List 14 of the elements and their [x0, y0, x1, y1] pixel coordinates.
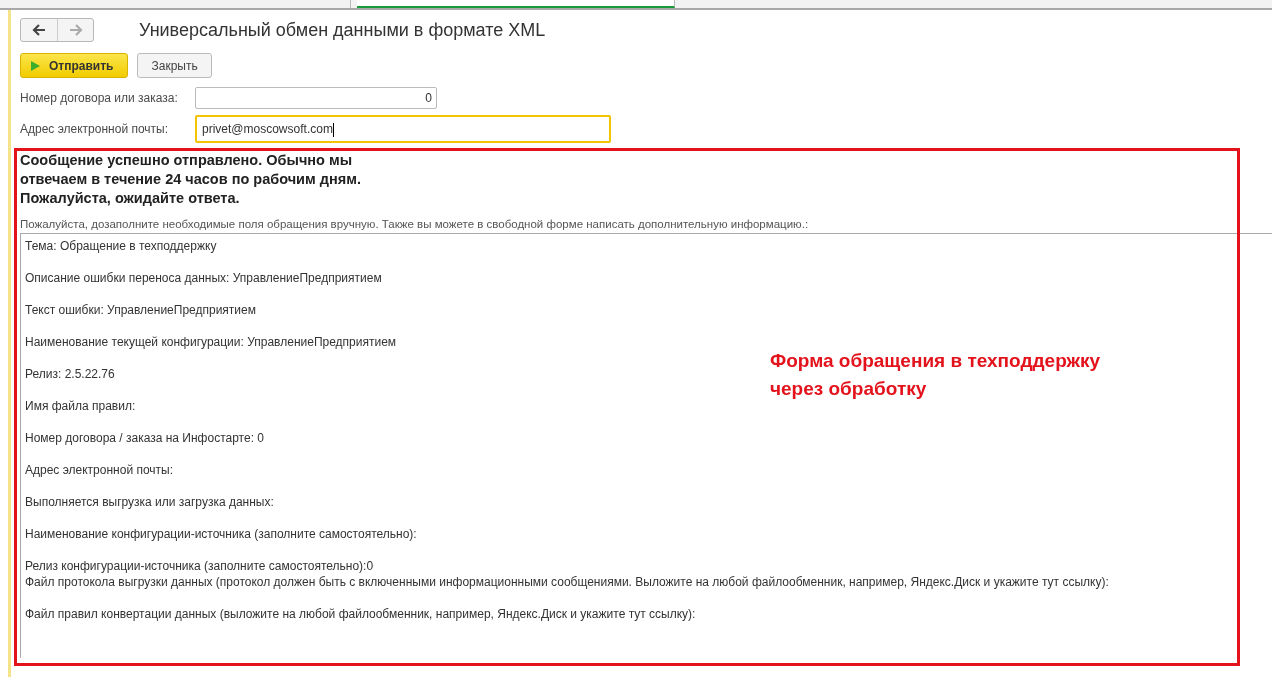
- close-button[interactable]: Закрыть: [137, 53, 212, 78]
- send-button[interactable]: Отправить: [20, 53, 129, 78]
- window-title: Универсальный обмен данными в формате XML: [139, 19, 546, 41]
- forward-arrow-icon: [68, 24, 83, 36]
- input-field[interactable]: privet@moscowsoft.com: [195, 115, 611, 143]
- tab[interactable]: [357, 0, 675, 8]
- back-arrow-icon: [32, 24, 46, 36]
- success-message: Сообщение успешно отправлено. Обычно мы отвечаем в течение 24 часов по рабочим дням. Пожалуйста, ожидайте ответа.: [20, 151, 362, 208]
- field-label: Номер договора или заказа:: [20, 91, 179, 105]
- input-field[interactable]: 0: [195, 87, 437, 109]
- annotation-text: Форма обращения в техподдержку через обработку: [770, 349, 1101, 401]
- play-icon: [31, 60, 40, 71]
- field-label: Адрес электронной почты:: [20, 122, 170, 136]
- hint-text: Пожалуйста, дозаполните необходимые поля обращения вручную. Также вы можете в свободной форме написать дополнительную информацию.:: [20, 218, 810, 230]
